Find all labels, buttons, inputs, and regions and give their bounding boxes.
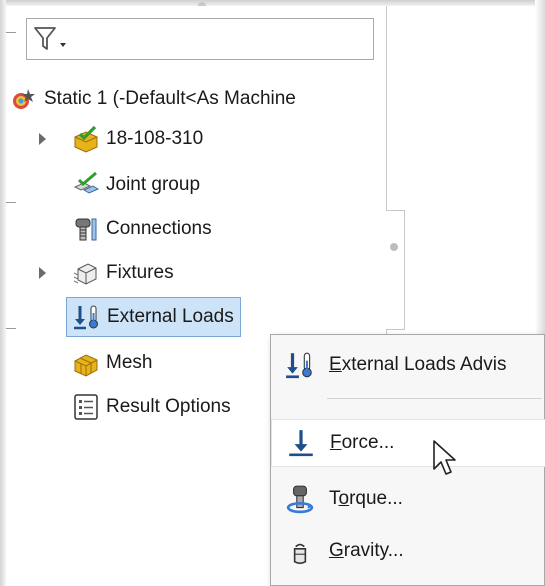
menu-item-label: External Loads Advis <box>329 354 507 375</box>
mesh-icon <box>74 354 98 377</box>
tree-item-mesh[interactable]: Mesh <box>72 346 152 380</box>
external-loads-icon <box>74 305 98 330</box>
tree-item-label: Joint group <box>106 174 201 195</box>
menu-item-external-loads-advisor[interactable]: External Loads Advis <box>271 341 545 389</box>
tree-item-connections[interactable]: Connections <box>72 212 212 246</box>
result-options-icon <box>74 394 98 420</box>
tree-item-label: Fixtures <box>106 262 174 283</box>
tree-item-label: Result Options <box>106 396 231 417</box>
part-check-icon <box>74 125 98 153</box>
tree-item-joint-group[interactable]: Joint group <box>72 168 200 202</box>
external-loads-advisor-icon <box>286 352 312 379</box>
expand-arrow-icon[interactable] <box>39 267 46 279</box>
tree-item-fixtures[interactable]: Fixtures <box>72 256 174 290</box>
expand-arrow-icon[interactable] <box>39 133 46 145</box>
force-arrow-icon <box>289 430 313 457</box>
context-menu: External Loads Advis Force... Torque... … <box>270 334 545 586</box>
menu-item-label: Force... <box>330 432 395 453</box>
torque-icon <box>286 485 314 514</box>
tree-item-label: External Loads <box>107 306 234 327</box>
filter-icon[interactable] <box>33 25 73 55</box>
menu-item-torque[interactable]: Torque... <box>271 475 545 523</box>
study-root-label: Static 1 (-Default<As Machine <box>44 88 296 109</box>
tree-item-external-loads[interactable]: External Loads <box>66 297 241 337</box>
mouse-pointer-icon <box>433 440 456 475</box>
menu-item-gravity[interactable]: Gravity... <box>271 527 545 575</box>
gravity-icon <box>293 543 307 565</box>
pane-tick <box>6 202 16 203</box>
study-root-item[interactable]: Static 1 (-Default<As Machine <box>10 82 296 116</box>
pane-tick <box>6 328 16 329</box>
fixtures-icon <box>73 263 97 285</box>
tree-item-result-options[interactable]: Result Options <box>72 390 231 424</box>
connections-icon <box>75 218 97 241</box>
menu-item-label: Torque... <box>329 488 403 509</box>
menu-separator <box>327 398 542 399</box>
static-study-icon <box>13 89 35 109</box>
tree-item-label: Connections <box>106 218 212 239</box>
menu-item-label: Gravity... <box>329 540 404 561</box>
filter-bar[interactable] <box>26 18 374 60</box>
tree-item-label: 18-108-310 <box>106 128 204 149</box>
joint-group-icon <box>73 171 100 194</box>
menu-item-force[interactable]: Force... <box>271 419 545 467</box>
pane-resize-handle[interactable] <box>386 210 405 330</box>
pane-tick <box>6 32 16 33</box>
tree-item-part[interactable]: 18-108-310 <box>72 122 203 156</box>
tree-item-label: Mesh <box>106 352 153 373</box>
resize-grip-icon <box>390 243 398 251</box>
